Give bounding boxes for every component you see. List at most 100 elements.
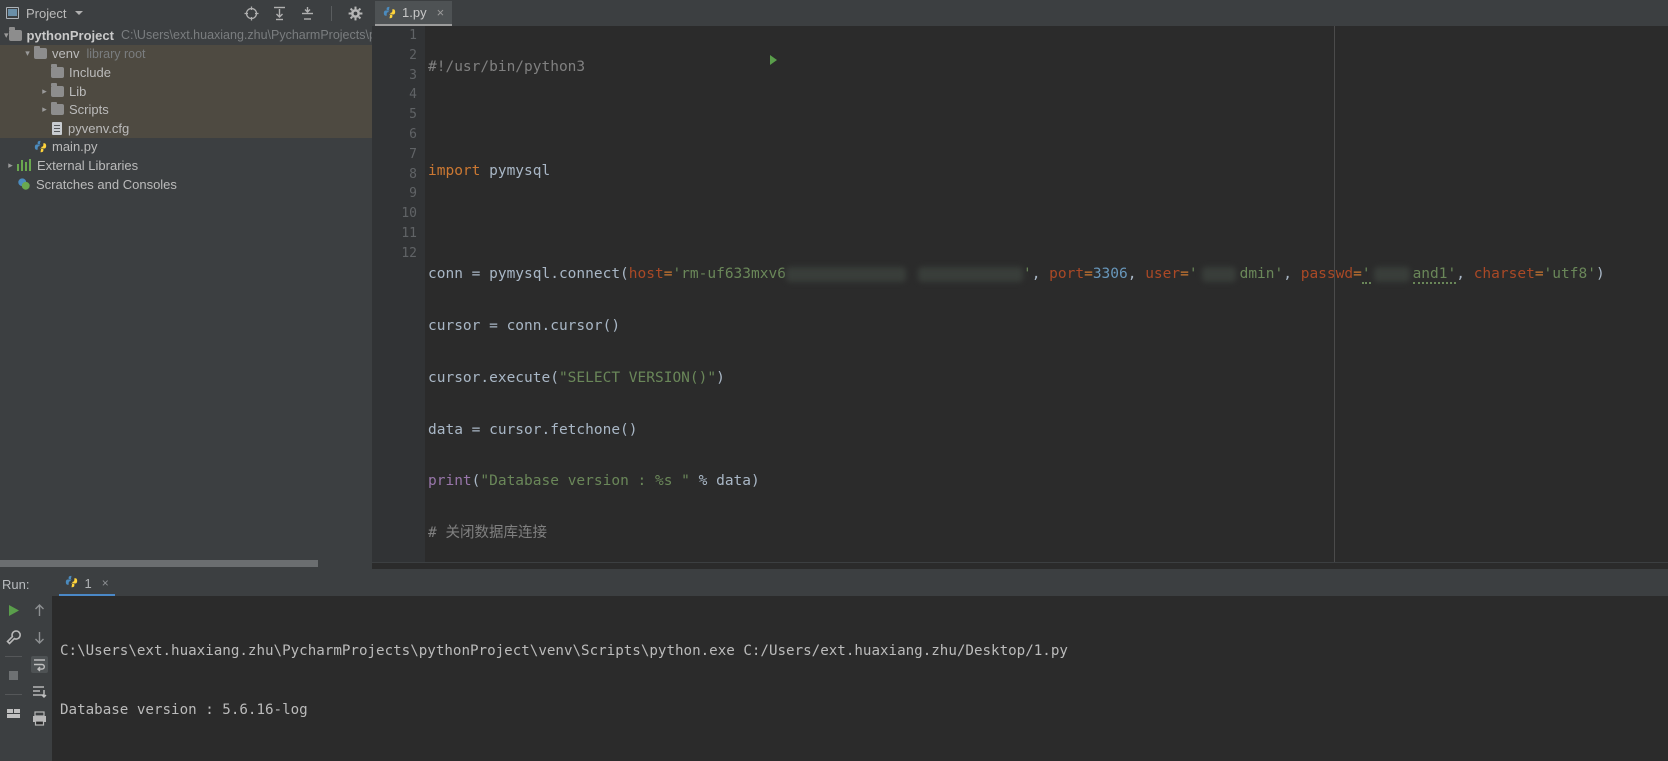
tree-item-scripts[interactable]: ▸ Scripts <box>0 100 372 119</box>
redaction-block-host <box>785 266 906 282</box>
locate-icon[interactable] <box>243 5 260 22</box>
tree-item-label: Scratches and Consoles <box>36 176 177 192</box>
charset-param: charset <box>1473 266 1535 283</box>
equals-2: = <box>1084 266 1093 283</box>
line-number: 1 <box>409 28 417 43</box>
tree-item-pyvenv-cfg[interactable]: pyvenv.cfg <box>0 118 372 138</box>
folder-icon <box>34 45 47 60</box>
disclosure-arrow-icon[interactable]: ▸ <box>38 104 51 115</box>
run-tab-1[interactable]: 1 × <box>59 572 115 596</box>
user-param: user <box>1145 266 1181 283</box>
comma-4: , <box>1456 266 1474 283</box>
scroll-up-icon[interactable] <box>31 602 48 619</box>
disclosure-arrow-icon[interactable]: ▾ <box>21 48 34 59</box>
port-value: 3306 <box>1092 266 1128 283</box>
project-tree: ▾ pythonProject C:\Users\ext.huaxiang.zhu\… <box>0 26 372 193</box>
tree-item-main-py[interactable]: main.py <box>0 138 372 157</box>
code-line-1: #!/usr/bin/python3 <box>428 58 1668 78</box>
cursor-assign: cursor = conn.cursor() <box>428 317 621 334</box>
gutter-strip <box>425 26 427 569</box>
charset-value: 'utf8' <box>1543 266 1596 283</box>
run-panel-title: Run: <box>2 576 30 592</box>
code-line-7: cursor.execute("SELECT VERSION()") <box>428 369 1668 389</box>
tree-item-label: main.py <box>52 139 98 155</box>
tree-item-label: Lib <box>69 83 87 99</box>
passwd-value-end: and1' <box>1412 266 1457 285</box>
equals-4: = <box>1353 266 1362 283</box>
tree-item-scratches-and-consoles[interactable]: Scratches and Consoles <box>0 175 372 194</box>
close-icon[interactable]: × <box>437 5 445 20</box>
scroll-to-end-icon[interactable] <box>31 683 48 700</box>
project-tree-panel[interactable]: ▾ pythonProject C:\Users\ext.huaxiang.zhu\… <box>0 26 372 569</box>
passwd-value-open: ' <box>1361 266 1371 285</box>
config-file-icon <box>52 121 62 135</box>
line-number: 3 <box>409 67 417 83</box>
code-line-9: print("Database version : %s " % data) <box>428 472 1668 492</box>
tree-item-label: Scripts <box>69 102 109 118</box>
collapse-all-icon[interactable] <box>299 5 316 22</box>
port-param: port <box>1049 266 1085 283</box>
print-args: % data) <box>689 473 760 490</box>
project-toolbar-icons <box>243 0 392 26</box>
pycharm-window: Project 1.py × ▾ pythonProject C:\Users\… <box>0 0 1668 761</box>
tree-item-pythonproject[interactable]: ▾ pythonProject C:\Users\ext.huaxiang.zhu\… <box>0 26 372 45</box>
line-number: 10 <box>401 206 417 222</box>
tree-item-label: Include <box>69 64 111 80</box>
run-console-output[interactable]: C:\Users\ext.huaxiang.zhu\PycharmProject… <box>52 596 1668 761</box>
tree-item-venv[interactable]: ▾ venv library root <box>0 44 372 64</box>
host-value-end: ' <box>1022 266 1032 283</box>
code-line-8: data = cursor.fetchone() <box>428 421 1668 441</box>
tree-item-include[interactable]: Include <box>0 63 372 82</box>
run-toolbar-right <box>26 596 52 761</box>
tree-item-detail: C:\Users\ext.huaxiang.zhu\PycharmProject… <box>120 28 372 43</box>
settings-gear-icon[interactable] <box>347 5 364 22</box>
folder-icon <box>51 64 64 78</box>
editor-horizontal-scrollbar[interactable] <box>372 563 1668 569</box>
print-string: "Database version : %s " <box>480 473 690 490</box>
disclosure-arrow-icon[interactable]: ▸ <box>4 160 17 171</box>
line-number: 7 <box>409 146 417 162</box>
equals-3: = <box>1180 266 1189 283</box>
line-number: 11 <box>401 225 417 241</box>
line-number: 8 <box>409 166 417 182</box>
chevron-down-icon[interactable] <box>75 11 84 15</box>
layout-icon[interactable] <box>5 705 22 722</box>
tab-1-py[interactable]: 1.py × <box>375 1 453 26</box>
toolbar-divider <box>331 5 332 21</box>
editor-gutter[interactable]: 1 2 3 4 5 6 7 8 9 10 11 12 <box>372 26 425 569</box>
host-param: host <box>628 266 664 283</box>
top-toolbar: Project 1.py × <box>0 0 1668 26</box>
soft-wrap-icon[interactable] <box>30 656 48 673</box>
scroll-down-icon[interactable] <box>31 629 48 646</box>
tree-item-external-libraries[interactable]: ▸ External Libraries <box>0 156 372 175</box>
print-icon[interactable] <box>31 710 48 727</box>
folder-icon <box>51 83 64 97</box>
line-number: 5 <box>409 107 417 123</box>
disclosure-arrow-icon[interactable]: ▸ <box>38 86 51 97</box>
close-icon[interactable]: × <box>102 576 109 590</box>
disclosure-arrow-icon[interactable]: ▾ <box>4 30 9 41</box>
comma-1: , <box>1031 266 1050 283</box>
user-value-open: ' <box>1188 266 1198 283</box>
comma-3: , <box>1283 266 1301 283</box>
line-number: 6 <box>409 126 417 142</box>
sidebar-horizontal-scrollbar[interactable] <box>0 560 372 567</box>
expand-all-icon[interactable] <box>271 5 288 22</box>
run-icon[interactable] <box>5 602 22 619</box>
code-line-5: conn = pymysql.connect(host = 'rm-uf633mxv… <box>428 265 1668 285</box>
tree-item-lib[interactable]: ▸ Lib <box>0 81 372 101</box>
code-line-3: import pymysql <box>428 162 1668 182</box>
tab-label: 1.py <box>402 5 427 20</box>
project-panel-title[interactable]: Project <box>0 0 84 26</box>
chinese-comment: # 关闭数据库连接 <box>428 525 547 542</box>
comma-2: , <box>1127 266 1146 283</box>
settings-wrench-icon[interactable] <box>5 629 22 646</box>
code-content[interactable]: #!/usr/bin/python3 import pymysql conn =… <box>428 26 1668 593</box>
toolbar-separator <box>4 656 22 657</box>
import-module: pymysql <box>480 162 551 179</box>
fetchone-assign: data = cursor.fetchone() <box>428 421 638 438</box>
stop-icon[interactable] <box>5 667 22 684</box>
code-editor[interactable]: 1 2 3 4 5 6 7 8 9 10 11 12 #!/usr/bin/python3 impor… <box>372 26 1668 593</box>
